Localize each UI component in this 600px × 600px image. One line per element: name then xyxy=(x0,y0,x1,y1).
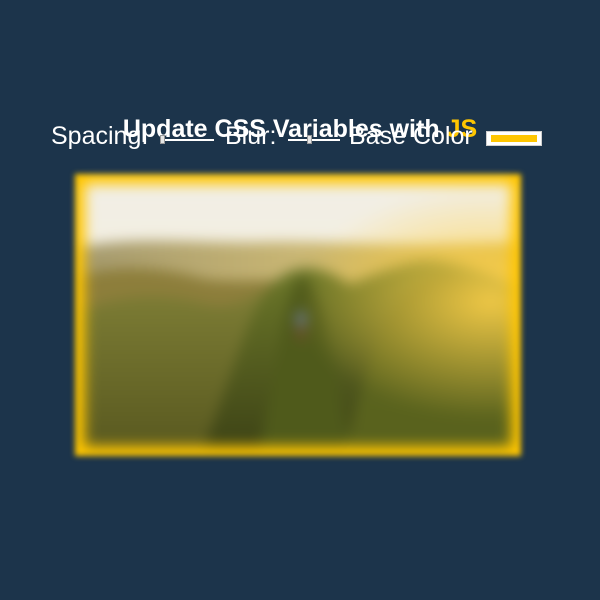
image-frame xyxy=(75,174,521,456)
spacing-slider-track xyxy=(162,139,214,141)
base-color-picker[interactable] xyxy=(486,131,542,146)
blur-slider-track xyxy=(288,139,340,141)
blur-slider-thumb[interactable] xyxy=(306,135,312,144)
spacing-slider-thumb[interactable] xyxy=(160,135,165,144)
hiker-figure xyxy=(297,312,305,326)
spacing-label: Spacing: xyxy=(51,122,149,150)
blur-slider[interactable] xyxy=(288,135,340,145)
spacing-slider[interactable] xyxy=(160,135,214,145)
mountain-landscape-photo xyxy=(85,184,511,446)
base-color-fill xyxy=(491,135,537,142)
hiker-on-mountain-ridge-image xyxy=(85,184,511,446)
base-color-label: Base Color xyxy=(349,122,473,150)
blur-label: Blur: xyxy=(225,122,277,150)
